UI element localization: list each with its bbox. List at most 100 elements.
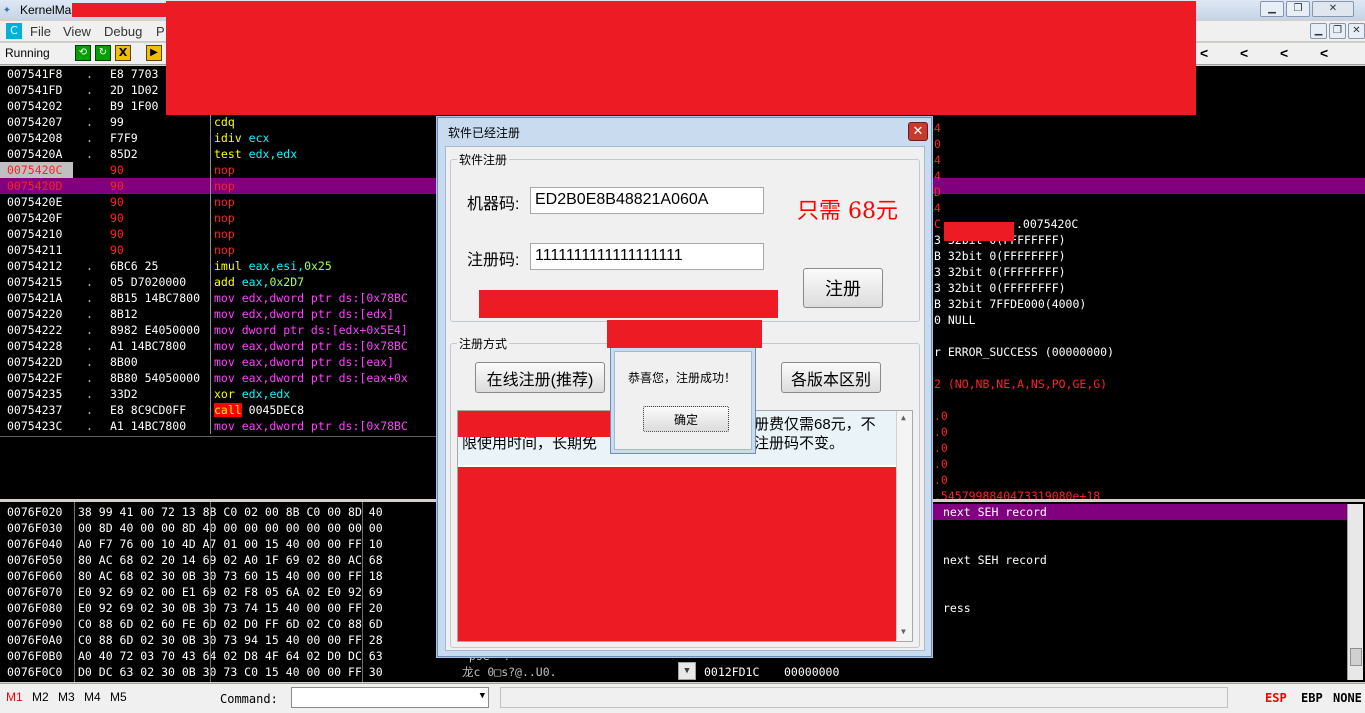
stack-row[interactable]: next SEH record	[932, 552, 1347, 568]
register-line[interactable]: .0	[934, 456, 948, 472]
stack-scrollbar[interactable]	[1347, 504, 1363, 680]
disasm-row[interactable]: 00754212. 6BC6 25 imul eax,esi,0x25	[0, 258, 437, 274]
menu-file[interactable]: File	[30, 24, 51, 39]
disasm-row[interactable]: 00754237. E8 8C9CD0FF call 0045DEC8	[0, 402, 437, 418]
dump-hex[interactable]: C0 88 6D 02 60 FE 6D 02 D0 FF 6D 02 C0 8…	[78, 616, 383, 632]
machine-code-field[interactable]: ED2B0E8B48821A060A	[530, 187, 764, 214]
nav-back-icon[interactable]: <	[1320, 45, 1334, 61]
tab-m3[interactable]: M3	[58, 690, 75, 704]
register-line[interactable]: 4	[934, 168, 941, 184]
stack-row[interactable]	[932, 536, 1347, 552]
stack-row[interactable]	[932, 584, 1347, 600]
child-minimize-icon[interactable]: ▁	[1310, 23, 1327, 39]
dialog-close-icon[interactable]: ✕	[908, 122, 928, 141]
disasm-row[interactable]: 00754235. 33D2 xor edx,edx	[0, 386, 437, 402]
tab-m2[interactable]: M2	[32, 690, 49, 704]
dump-hex[interactable]: 80 AC 68 02 30 0B 30 73 60 15 40 00 00 F…	[78, 568, 383, 584]
register-line[interactable]: D	[934, 184, 941, 200]
register-line[interactable]: .0	[934, 408, 948, 424]
tab-m4[interactable]: M4	[84, 690, 101, 704]
register-line[interactable]: 2 (NO,NB,NE,A,NS,PO,GE,G)	[934, 376, 1107, 392]
register-line[interactable]: r ERROR_SUCCESS (00000000)	[934, 344, 1114, 360]
dump-hex[interactable]: D0 DC 63 02 30 0B 30 73 C0 15 40 00 00 F…	[78, 664, 383, 680]
disasm-row[interactable]: 0075420E 90 nop	[0, 194, 437, 210]
tab-m1[interactable]: M1	[6, 690, 23, 704]
disasm-row[interactable]: 00754211 90 nop	[0, 242, 437, 258]
stack-row[interactable]: ress	[932, 600, 1347, 616]
dialog-title: 软件已经注册	[448, 126, 521, 140]
disasm-row[interactable]: 0075423C. A1 14BC7800 mov eax,dword ptr ds…	[0, 418, 437, 434]
reg-ebp[interactable]: EBP	[1301, 690, 1323, 706]
dump-hex[interactable]: C0 88 6D 02 30 0B 30 73 94 15 40 00 00 F…	[78, 632, 383, 648]
disasm-row[interactable]: 00754208. F7F9 idiv ecx	[0, 130, 437, 146]
stack-row[interactable]	[932, 520, 1347, 536]
stack-row[interactable]: next SEH record	[932, 504, 1347, 520]
column-separator	[210, 114, 211, 434]
stack-row[interactable]	[932, 568, 1347, 584]
reg-esp[interactable]: ESP	[1265, 690, 1287, 706]
register-line[interactable]: .0	[934, 472, 948, 488]
maximize-icon[interactable]: ❐	[1286, 1, 1310, 17]
minimize-icon[interactable]: ▁	[1260, 1, 1284, 17]
ok-button[interactable]: 确定	[643, 406, 729, 432]
reg-code-input[interactable]: 1111111111111111111	[530, 243, 764, 270]
chevron-down-icon[interactable]: ▼	[480, 691, 485, 701]
register-line[interactable]: B 32bit 0(FFFFFFFF)	[934, 248, 1066, 264]
menu-view[interactable]: View	[63, 24, 91, 39]
register-line[interactable]: 0 NULL	[934, 312, 976, 328]
version-compare-button[interactable]: 各版本区别	[781, 362, 881, 393]
dump-hex[interactable]: E0 92 69 02 00 E1 69 02 F8 05 6A 02 E0 9…	[78, 584, 383, 600]
menu-debug[interactable]: Debug	[104, 24, 142, 39]
chevron-down-icon[interactable]: ▼	[901, 627, 906, 636]
nav-back-icon[interactable]: <	[1200, 45, 1214, 61]
dump-hex[interactable]: 00 8D 40 00 00 8D 40 00 00 00 00 00 00 0…	[78, 520, 383, 536]
tab-m5[interactable]: M5	[110, 690, 127, 704]
command-input[interactable]: ▼	[291, 687, 489, 708]
register-line[interactable]: .0	[934, 424, 948, 440]
dump-hex[interactable]: E0 92 69 02 30 0B 30 73 74 15 40 00 00 F…	[78, 600, 383, 616]
menu-plugins[interactable]: P	[156, 24, 165, 39]
disasm-row[interactable]: 0075422F. 8B80 54050000 mov eax,dword ptr …	[0, 370, 437, 386]
close-icon[interactable]: ✕	[1312, 1, 1354, 17]
disasm-row[interactable]: 0075422D. 8B00 mov eax,dword ptr ds:[eax]	[0, 354, 437, 370]
register-line[interactable]: 3 32bit 0(FFFFFFFF)	[934, 280, 1066, 296]
dump-hex[interactable]: 38 99 41 00 72 13 8B C0 02 00 8B C0 00 8…	[78, 504, 383, 520]
register-line[interactable]: C	[934, 216, 941, 232]
disasm-row[interactable]: 00754228. A1 14BC7800 mov eax,dword ptr ds…	[0, 338, 437, 354]
nav-back-icon[interactable]: <	[1240, 45, 1254, 61]
disasm-row[interactable]: 00754207. 99 cdq	[0, 114, 437, 130]
register-line[interactable]: 3 32bit 0(FFFFFFFF)	[934, 264, 1066, 280]
info-scrollbar[interactable]: ▲ ▼	[896, 411, 912, 641]
chevron-up-icon[interactable]: ▲	[901, 413, 906, 422]
register-line[interactable]: 0	[934, 136, 941, 152]
register-line[interactable]: .0	[934, 440, 948, 456]
register-line[interactable]: 4	[934, 152, 941, 168]
disasm-row[interactable]: 00754215. 05 D7020000 add eax,0x2D7	[0, 274, 437, 290]
disasm-row[interactable]: 0075421A. 8B15 14BC7800 mov edx,dword ptr …	[0, 290, 437, 306]
run-icon[interactable]: ▶	[146, 45, 162, 61]
child-restore-icon[interactable]: ❐	[1329, 23, 1346, 39]
disasm-row[interactable]: 00754222. 8982 E4050000 mov dword ptr ds:[…	[0, 322, 437, 338]
register-line[interactable]: 4	[934, 200, 941, 216]
disasm-row[interactable]: 0075420A. 85D2 test edx,edx	[0, 146, 437, 162]
stack-address: 0012FD1C	[704, 665, 760, 679]
nav-back-icon[interactable]: <	[1280, 45, 1294, 61]
disasm-row[interactable]: 0075420F 90 nop	[0, 210, 437, 226]
disasm-marker: .	[86, 291, 93, 305]
register-line[interactable]: 4	[934, 120, 941, 136]
disasm-row[interactable]: 0075420C 90 nop	[0, 162, 437, 178]
stop-icon[interactable]: X	[115, 45, 131, 61]
disasm-row[interactable]: 00754210 90 nop	[0, 226, 437, 242]
dump-hex[interactable]: A0 F7 76 00 10 4D A7 01 00 15 40 00 00 F…	[78, 536, 383, 552]
dump-hex[interactable]: A0 40 72 03 70 43 64 02 D8 4F 64 02 D0 D…	[78, 648, 383, 664]
online-register-button[interactable]: 在线注册(推荐)	[475, 362, 605, 393]
register-button[interactable]: 注册	[803, 268, 883, 308]
restart-icon[interactable]: ⟲	[75, 45, 91, 61]
dump-hex[interactable]: 80 AC 68 02 20 14 69 02 A0 1F 69 02 80 A…	[78, 552, 383, 568]
step-icon[interactable]: ↻	[95, 45, 111, 61]
register-line[interactable]: B 32bit 7FFDE000(4000)	[934, 296, 1086, 312]
dump-scrollbar[interactable]: ▼	[678, 662, 696, 680]
reg-none[interactable]: NONE	[1333, 690, 1362, 706]
child-close-icon[interactable]: ✕	[1348, 23, 1365, 39]
disasm-row[interactable]: 00754220. 8B12 mov edx,dword ptr ds:[edx]	[0, 306, 437, 322]
